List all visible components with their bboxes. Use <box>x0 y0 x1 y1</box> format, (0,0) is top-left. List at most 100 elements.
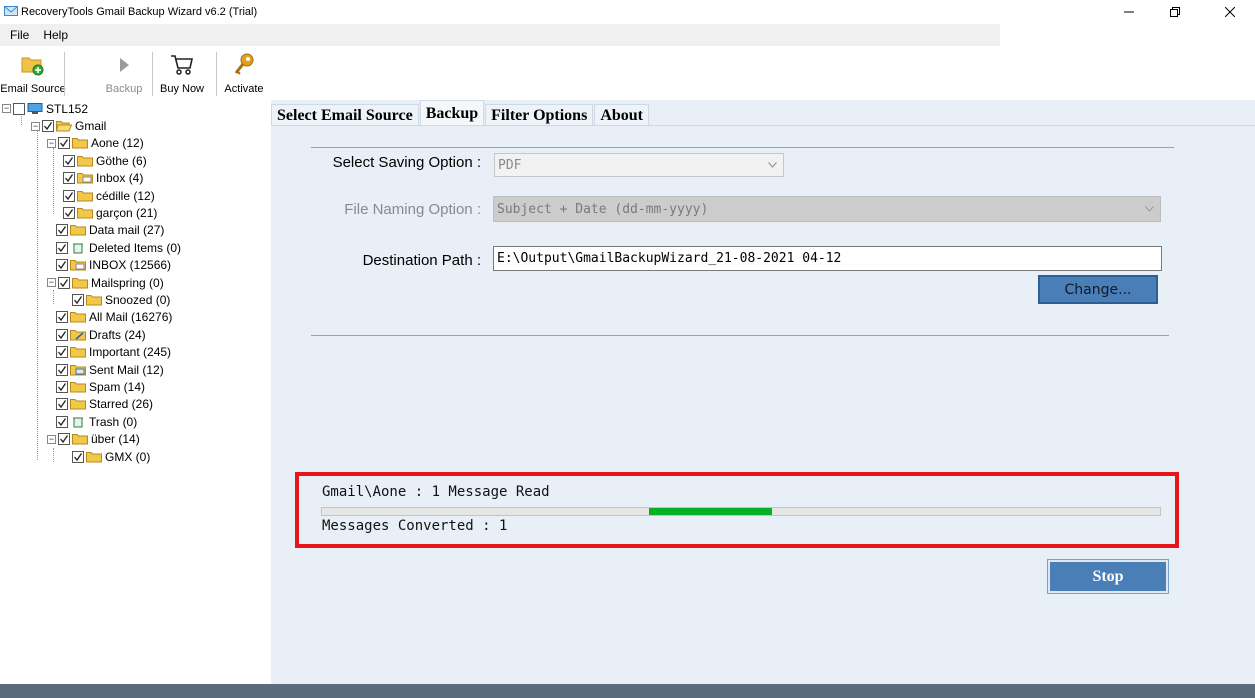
menu-help[interactable]: Help <box>36 28 75 42</box>
collapse-icon[interactable]: − <box>47 138 56 148</box>
minimize-button[interactable] <box>1106 0 1152 24</box>
collapse-icon[interactable]: − <box>47 434 56 444</box>
saving-option-label: Select Saving Option : <box>332 154 481 171</box>
toolbar: Email Source Backup Buy Now Activate <box>0 46 270 99</box>
tree-label: Drafts (24) <box>89 327 146 342</box>
recycle-icon <box>73 417 83 428</box>
tree-node-sent[interactable]: Sent Mail (12) <box>56 361 164 378</box>
checkbox[interactable] <box>56 381 68 394</box>
saving-option-select[interactable]: PDF <box>494 153 784 177</box>
collapse-icon[interactable]: − <box>47 278 56 288</box>
folder-icon <box>72 434 88 445</box>
tree-node-uber[interactable]: − über (14) <box>47 431 140 448</box>
tree-label: Sent Mail (12) <box>89 362 164 377</box>
tree-label: Aone (12) <box>91 136 144 151</box>
window-title: RecoveryTools Gmail Backup Wizard v6.2 (… <box>21 6 258 18</box>
tab-filter-options[interactable]: Filter Options <box>485 104 594 126</box>
menu-file[interactable]: File <box>0 28 36 42</box>
folder-icon <box>70 312 86 323</box>
tab-select-email-source[interactable]: Select Email Source <box>271 104 419 126</box>
toolbar-separator <box>216 52 217 96</box>
recycle-icon <box>73 243 83 254</box>
checkbox[interactable] <box>56 241 68 254</box>
backup-button[interactable]: Backup <box>102 50 146 98</box>
tree-node-trash[interactable]: Trash (0) <box>56 413 137 430</box>
divider <box>311 335 1169 336</box>
folder-icon <box>70 225 86 236</box>
tree-node-important[interactable]: Important (245) <box>56 344 171 361</box>
checkbox[interactable] <box>56 259 68 272</box>
title-bar: RecoveryTools Gmail Backup Wizard v6.2 (… <box>0 0 1255 24</box>
checkbox[interactable] <box>58 276 70 289</box>
tree-label: Snoozed (0) <box>105 293 171 308</box>
tree-node-root[interactable]: − STL152 <box>2 100 88 117</box>
checkbox[interactable] <box>58 433 70 446</box>
tree-label: GMX (0) <box>105 449 151 464</box>
tree-node-inbox[interactable]: INBOX (12566) <box>56 257 171 274</box>
status-bar <box>0 684 1255 698</box>
tree-node-mailspring[interactable]: − Mailspring (0) <box>47 274 164 291</box>
checkbox[interactable] <box>56 398 68 411</box>
app-mail-icon <box>4 6 18 16</box>
tree-node-data-mail[interactable]: Data mail (27) <box>56 222 164 239</box>
checkbox[interactable] <box>56 346 68 359</box>
tree-node-aone[interactable]: − Aone (12) <box>47 135 144 152</box>
tree-node-gothe[interactable]: Göthe (6) <box>63 152 147 169</box>
checkbox[interactable] <box>56 311 68 324</box>
toolbar-separator <box>64 52 65 96</box>
checkbox[interactable] <box>63 154 75 167</box>
tree-label: garçon (21) <box>96 206 158 221</box>
checkbox[interactable] <box>72 450 84 463</box>
email-source-button[interactable]: Email Source <box>0 50 66 98</box>
folder-icon <box>70 399 86 410</box>
destination-path-input[interactable]: E:\Output\GmailBackupWizard_21-08-2021 0… <box>493 246 1162 271</box>
inbox-folder-icon <box>70 260 86 271</box>
tree-label: Mailspring (0) <box>91 275 164 290</box>
tree-node-gmail[interactable]: − Gmail <box>31 117 106 134</box>
checkbox[interactable] <box>56 328 68 341</box>
tree-node-all-mail[interactable]: All Mail (16276) <box>56 309 172 326</box>
stop-button-label: Stop <box>1092 567 1124 585</box>
tree-node-snoozed[interactable]: Snoozed (0) <box>72 291 170 308</box>
destination-path-value: E:\Output\GmailBackupWizard_21-08-2021 0… <box>497 251 842 266</box>
folder-icon <box>72 138 88 149</box>
progress-status-text: Gmail\Aone : 1 Message Read <box>322 484 550 500</box>
file-naming-label: File Naming Option : <box>344 201 481 218</box>
destination-path-label: Destination Path : <box>362 252 481 269</box>
change-button[interactable]: Change... <box>1038 275 1158 304</box>
activate-button[interactable]: Activate <box>220 50 268 98</box>
tree-node-deleted[interactable]: Deleted Items (0) <box>56 239 181 256</box>
checkbox[interactable] <box>63 172 75 185</box>
checkbox[interactable] <box>13 102 25 115</box>
checkbox[interactable] <box>42 120 54 133</box>
collapse-icon[interactable]: − <box>2 104 11 114</box>
tree-node-cedille[interactable]: cédille (12) <box>63 187 155 204</box>
checkbox[interactable] <box>72 294 84 307</box>
tree-node-gmx[interactable]: GMX (0) <box>72 448 150 465</box>
saving-option-value: PDF <box>498 157 522 173</box>
tree-node-inbox-sub[interactable]: Inbox (4) <box>63 170 143 187</box>
restore-button[interactable] <box>1152 0 1198 24</box>
collapse-icon[interactable]: − <box>31 121 40 131</box>
checkbox[interactable] <box>56 363 68 376</box>
checkbox[interactable] <box>56 415 68 428</box>
tree-label: cédille (12) <box>96 188 155 203</box>
inbox-folder-icon <box>77 173 93 184</box>
checkbox[interactable] <box>63 189 75 202</box>
tab-about[interactable]: About <box>594 104 649 126</box>
tree-node-starred[interactable]: Starred (26) <box>56 396 153 413</box>
close-button[interactable] <box>1207 0 1253 24</box>
tree-node-drafts[interactable]: Drafts (24) <box>56 326 146 343</box>
tree-node-spam[interactable]: Spam (14) <box>56 378 145 395</box>
buy-now-button[interactable]: Buy Now <box>155 50 209 98</box>
key-icon <box>234 53 254 75</box>
tab-backup[interactable]: Backup <box>419 100 485 126</box>
checkbox[interactable] <box>63 207 75 220</box>
checkbox[interactable] <box>58 137 70 150</box>
stop-button[interactable]: Stop <box>1047 559 1169 594</box>
checkbox[interactable] <box>56 224 68 237</box>
tree-label: Important (245) <box>89 345 172 360</box>
tree-node-garcon[interactable]: garçon (21) <box>63 204 157 221</box>
drafts-icon <box>70 329 86 341</box>
cart-icon <box>171 55 193 75</box>
